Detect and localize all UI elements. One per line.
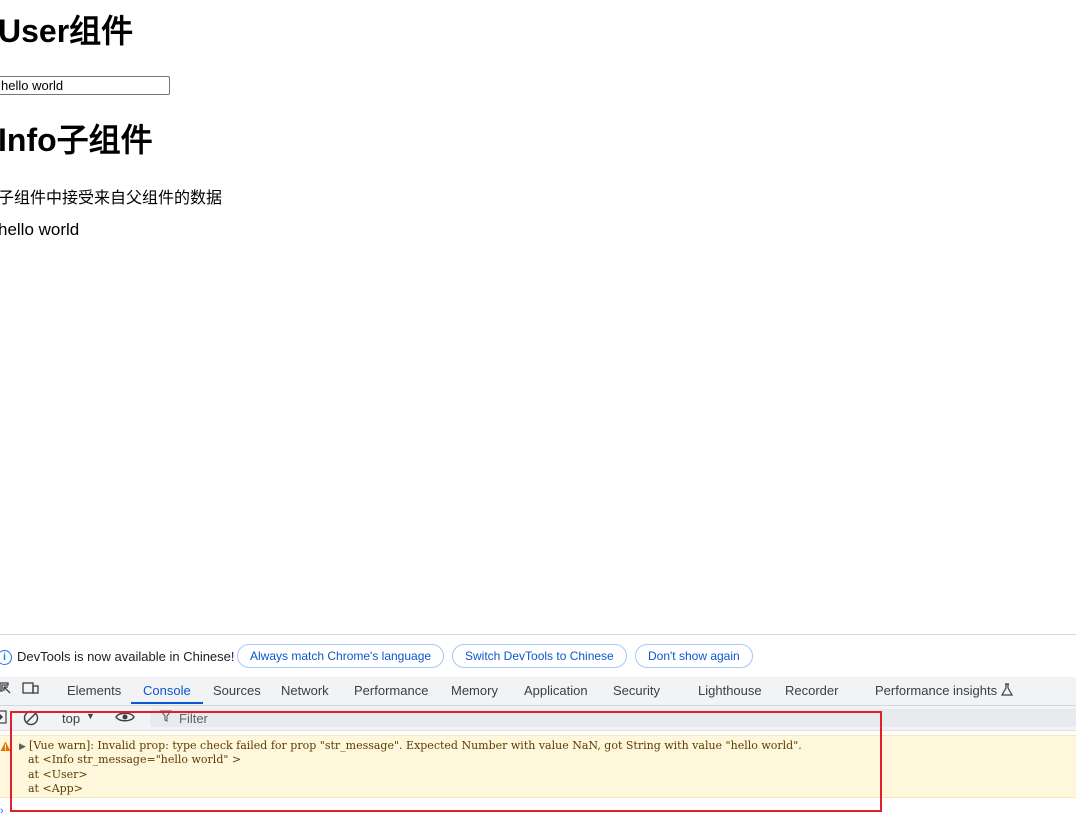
always-match-language-button[interactable]: Always match Chrome's language (237, 644, 445, 668)
user-heading: User组件 (0, 13, 134, 49)
infobar-text: DevTools is now available in Chinese! (17, 649, 235, 664)
active-tab-indicator (131, 702, 203, 704)
tab-performance[interactable]: Performance (354, 683, 428, 698)
dont-show-again-button[interactable]: Don't show again (635, 644, 753, 668)
devtools-panel: i DevTools is now available in Chinese! … (0, 634, 1076, 836)
tab-memory[interactable]: Memory (451, 683, 498, 698)
filter-input[interactable] (150, 709, 1076, 727)
inspect-element-icon[interactable] (0, 681, 12, 698)
console-prompt-icon[interactable]: › (0, 805, 4, 817)
sidebar-toggle-icon[interactable] (0, 710, 8, 727)
tab-elements[interactable]: Elements (67, 683, 121, 698)
tab-recorder[interactable]: Recorder (785, 683, 838, 698)
device-toolbar-icon[interactable] (22, 681, 40, 698)
tab-sources[interactable]: Sources (213, 683, 261, 698)
stack-trace-line[interactable]: at <User> (28, 768, 88, 781)
experiment-icon (1000, 683, 1014, 700)
console-warning-message[interactable]: ▶ [Vue warn]: Invalid prop: type check f… (0, 735, 1076, 798)
chevron-down-icon[interactable]: ▼ (86, 711, 95, 721)
filter-icon (159, 710, 173, 725)
stack-trace-line[interactable]: at <App> (28, 782, 83, 795)
devtools-tabbar: Elements Console Sources Network Perform… (0, 677, 1076, 706)
language-infobar: i DevTools is now available in Chinese! … (0, 635, 1076, 677)
console-toolbar: top ▼ Filter (0, 706, 1076, 731)
web-page: User组件 Info子组件 子组件中接受来自父组件的数据 hello worl… (0, 0, 1076, 634)
description-text: 子组件中接受来自父组件的数据 (0, 190, 223, 207)
tab-security[interactable]: Security (613, 683, 660, 698)
clear-console-icon[interactable] (23, 710, 39, 729)
stack-trace-line[interactable]: at <Info str_message="hello world" > (28, 753, 241, 766)
message-text: hello world (0, 220, 80, 239)
tab-console[interactable]: Console (143, 683, 191, 698)
info-heading: Info子组件 (0, 122, 153, 158)
switch-to-chinese-button[interactable]: Switch DevTools to Chinese (452, 644, 627, 668)
live-expression-icon[interactable] (115, 710, 135, 727)
warning-icon (0, 741, 11, 755)
filter-placeholder: Filter (179, 711, 208, 726)
expand-triangle-icon[interactable]: ▶ (19, 741, 26, 752)
warning-message-line: [Vue warn]: Invalid prop: type check fai… (29, 739, 802, 752)
message-input[interactable] (0, 76, 170, 95)
tab-network[interactable]: Network (281, 683, 329, 698)
tab-performance-insights[interactable]: Performance insights (875, 683, 997, 698)
execution-context-select[interactable]: top (62, 711, 80, 726)
tab-application[interactable]: Application (524, 683, 588, 698)
tab-lighthouse[interactable]: Lighthouse (698, 683, 762, 698)
info-icon: i (0, 650, 12, 665)
